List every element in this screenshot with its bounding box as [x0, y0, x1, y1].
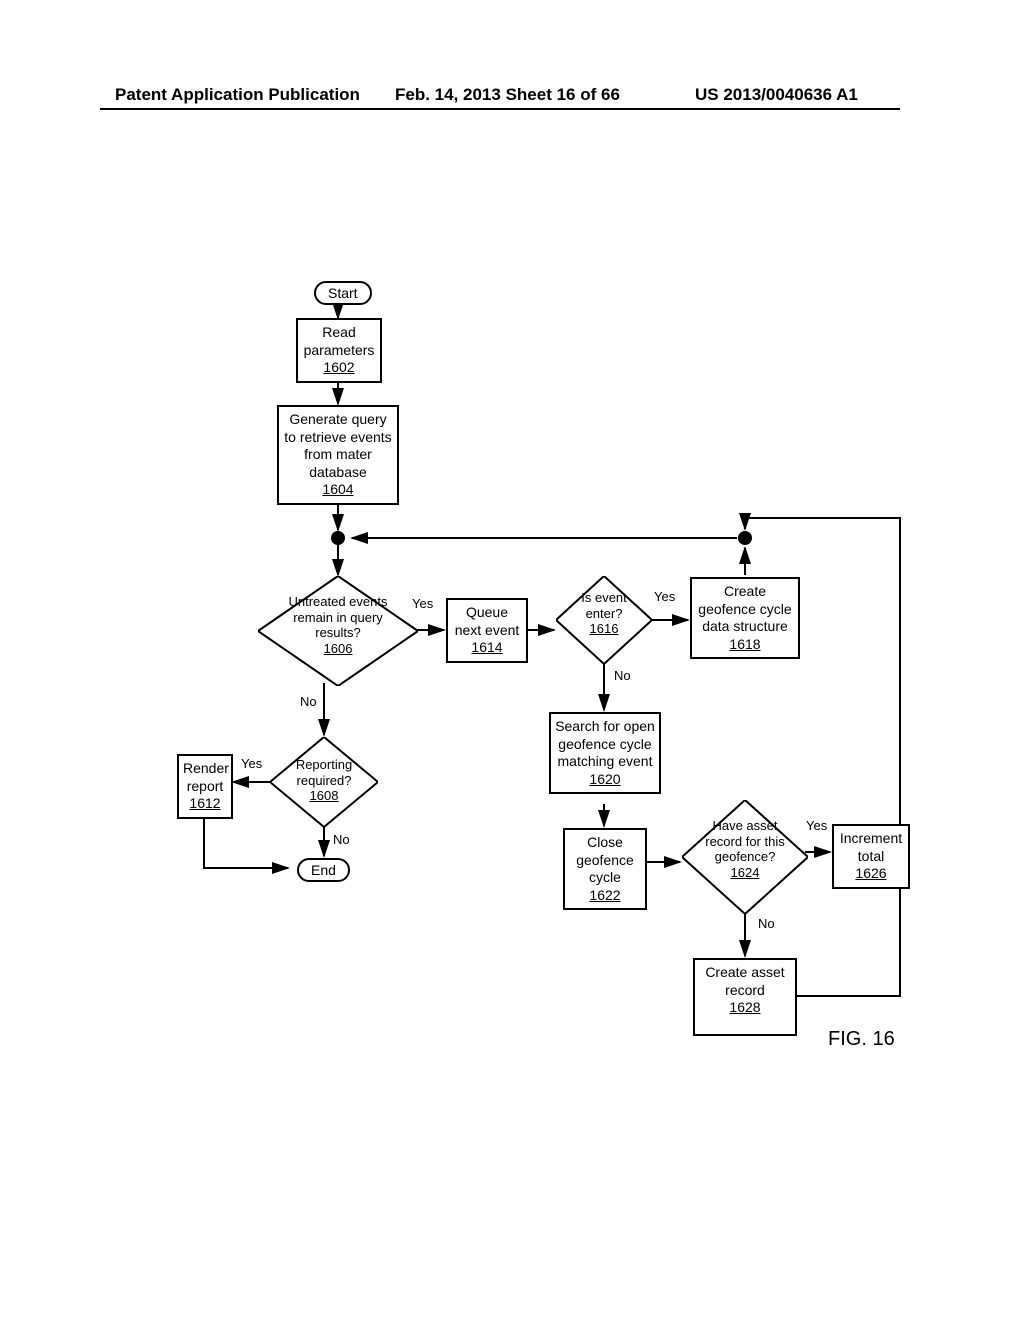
- process-search-open-cycle: Search for open geofence cycle matching …: [549, 712, 661, 794]
- process-render-report: Render report 1612: [177, 754, 233, 819]
- process-create-asset-record: Create asset record 1628: [693, 958, 797, 1036]
- process-1626-ref: 1626: [838, 865, 904, 883]
- decision-untreated-events: Untreated events remain in query results…: [258, 576, 259, 577]
- process-1604-ref: 1604: [283, 481, 393, 499]
- process-1614-text: Queue next event: [452, 604, 522, 639]
- process-1614-ref: 1614: [452, 639, 522, 657]
- process-1620-ref: 1620: [555, 771, 655, 789]
- terminator-end: End: [297, 858, 350, 882]
- process-increment-total: Increment total 1626: [832, 824, 910, 889]
- label-1606-no: No: [300, 694, 317, 709]
- label-1616-yes: Yes: [654, 589, 675, 604]
- process-1612-ref: 1612: [183, 795, 227, 813]
- process-1626-text: Increment total: [838, 830, 904, 865]
- process-1622-ref: 1622: [569, 887, 641, 905]
- label-1608-no: No: [333, 832, 350, 847]
- process-1628-text: Create asset record: [699, 964, 791, 999]
- process-close-geofence-cycle: Close geofence cycle 1622: [563, 828, 647, 910]
- decision-1616-ref: 1616: [570, 621, 638, 637]
- label-1624-yes: Yes: [806, 818, 827, 833]
- label-1616-no: No: [614, 668, 631, 683]
- decision-1606-ref: 1606: [278, 641, 398, 657]
- process-1612-text: Render report: [183, 760, 227, 795]
- process-1618-text: Create geofence cycle data structure: [696, 583, 794, 636]
- process-1618-ref: 1618: [696, 636, 794, 654]
- decision-1624-text: Have asset record for this geofence?: [700, 818, 790, 865]
- process-1622-text: Close geofence cycle: [569, 834, 641, 887]
- process-1604-text: Generate query to retrieve events from m…: [283, 411, 393, 481]
- decision-is-event-enter: Is event enter? 1616: [556, 576, 557, 577]
- decision-1606-text: Untreated events remain in query results…: [278, 594, 398, 641]
- terminator-start: Start: [314, 281, 372, 305]
- junction-right-loop: [738, 531, 752, 545]
- process-1620-text: Search for open geofence cycle matching …: [555, 718, 655, 771]
- decision-1616-text: Is event enter?: [570, 590, 638, 621]
- decision-1608-text: Reporting required?: [288, 757, 360, 788]
- decision-have-asset-record: Have asset record for this geofence? 162…: [682, 800, 683, 801]
- decision-1608-ref: 1608: [288, 788, 360, 804]
- process-1628-ref: 1628: [699, 999, 791, 1017]
- process-1602-ref: 1602: [302, 359, 376, 377]
- process-generate-query: Generate query to retrieve events from m…: [277, 405, 399, 505]
- junction-main-loop: [331, 531, 345, 545]
- process-queue-next-event: Queue next event 1614: [446, 598, 528, 663]
- decision-1624-ref: 1624: [700, 865, 790, 881]
- decision-reporting-required: Reporting required? 1608: [270, 737, 271, 738]
- process-create-geofence-cycle: Create geofence cycle data structure 161…: [690, 577, 800, 659]
- label-1624-no: No: [758, 916, 775, 931]
- process-1602-text: Read parameters: [302, 324, 376, 359]
- figure-label: FIG. 16: [828, 1028, 895, 1051]
- label-1608-yes: Yes: [241, 756, 262, 771]
- process-read-parameters: Read parameters 1602: [296, 318, 382, 383]
- label-1606-yes: Yes: [412, 596, 433, 611]
